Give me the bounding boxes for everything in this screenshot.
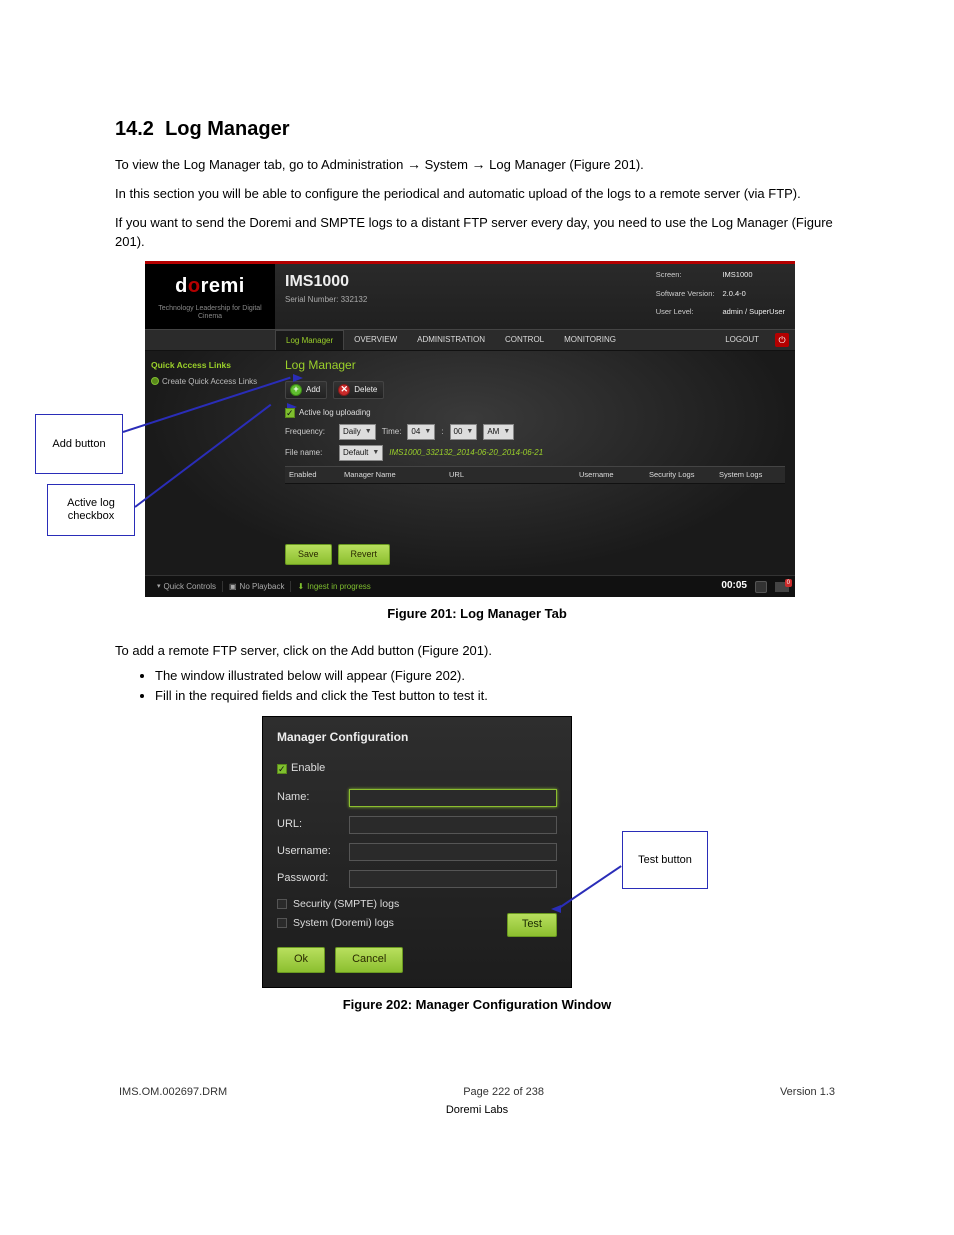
arrow-icon: → [472, 156, 486, 172]
cancel-button[interactable]: Cancel [335, 947, 403, 973]
system-logs-label: System (Doremi) logs [293, 916, 394, 931]
callout-test-button: Test button [622, 831, 708, 889]
status-quick-controls[interactable]: ▾ Quick Controls [151, 581, 223, 593]
page-title: Log Manager [285, 357, 785, 374]
page-footer: IMS.OM.002697.DRM Page 222 of 238 Versio… [115, 1085, 839, 1101]
link-icon [151, 377, 159, 385]
active-log-checkbox[interactable] [285, 408, 295, 418]
logout-button[interactable]: LOGOUT [715, 330, 769, 350]
ampm-select[interactable]: AM▼ [483, 424, 514, 440]
frequency-label: Frequency: [285, 426, 333, 438]
x-icon: ✕ [338, 384, 350, 396]
figure-1-caption: Figure 201: Log Manager Tab [115, 605, 839, 624]
add-button[interactable]: + Add [285, 381, 327, 399]
arrow-icon: → [407, 156, 421, 172]
hour-select[interactable]: 04▼ [407, 424, 435, 440]
username-input[interactable] [349, 843, 557, 861]
tab-log-manager[interactable]: Log Manager [275, 330, 344, 351]
revert-button[interactable]: Revert [338, 544, 391, 565]
paragraph-2: In this section you will be able to conf… [115, 185, 839, 204]
delete-button[interactable]: ✕ Delete [333, 381, 384, 399]
tab-overview[interactable]: OVERVIEW [344, 330, 407, 350]
brand-tagline: Technology Leadership for Digital Cinema [149, 305, 271, 320]
figure-2-caption: Figure 202: Manager Configuration Window [115, 996, 839, 1015]
url-label: URL: [277, 817, 349, 833]
create-quick-access-link[interactable]: Create Quick Access Links [151, 376, 269, 388]
tab-administration[interactable]: ADMINISTRATION [407, 330, 495, 350]
callout-arrowhead [293, 374, 303, 382]
quick-access-title: Quick Access Links [151, 359, 269, 371]
security-logs-label: Security (SMPTE) logs [293, 897, 399, 912]
chevron-down-icon: ▾ [157, 582, 161, 592]
minute-select[interactable]: 00▼ [450, 424, 478, 440]
download-icon: ⬇ [297, 581, 304, 593]
footer-page: Page 222 of 238 [463, 1085, 544, 1101]
stop-icon: ▣ [229, 581, 237, 593]
callout-arrowhead [551, 905, 561, 913]
notifications-icon[interactable]: 0 [775, 582, 789, 592]
filename-label: File name: [285, 447, 333, 459]
plus-icon: + [290, 384, 302, 396]
url-input[interactable] [349, 816, 557, 834]
filename-select[interactable]: Default▼ [339, 445, 383, 461]
callout-add-button: Add button [35, 414, 123, 474]
enable-checkbox[interactable] [277, 764, 287, 774]
bullet-intro: To add a remote FTP server, click on the… [115, 642, 839, 661]
tab-monitoring[interactable]: MONITORING [554, 330, 626, 350]
figure-1: Add button Active log checkbox doremi Te… [145, 261, 865, 597]
dialog-title: Manager Configuration [277, 729, 557, 746]
power-icon[interactable]: ⏻ [775, 333, 789, 347]
footer-doc-id: IMS.OM.002697.DRM [119, 1085, 227, 1101]
active-log-label: Active log uploading [299, 407, 371, 419]
paragraph-3: If you want to send the Doremi and SMPTE… [115, 214, 839, 252]
tab-control[interactable]: CONTROL [495, 330, 554, 350]
frequency-select[interactable]: Daily▼ [339, 424, 376, 440]
system-logs-checkbox[interactable] [277, 918, 287, 928]
manager-config-dialog: Manager Configuration Enable Name: URL: … [262, 716, 572, 988]
password-input[interactable] [349, 870, 557, 888]
brand-logo: doremi Technology Leadership for Digital… [145, 264, 275, 328]
test-button[interactable]: Test [507, 913, 557, 937]
paragraph-1: To view the Log Manager tab, go to Admin… [115, 154, 839, 175]
header-info: Screen:IMS1000 Software Version:2.0.4-0 … [656, 270, 785, 324]
status-playback: ▣ No Playback [223, 581, 291, 593]
username-label: Username: [277, 844, 349, 860]
time-label: Time: [382, 426, 402, 438]
footer-copyright: Doremi Labs [115, 1103, 839, 1119]
save-button[interactable]: Save [285, 544, 332, 565]
footer-version: Version 1.3 [780, 1085, 835, 1101]
name-input[interactable] [349, 789, 557, 807]
password-label: Password: [277, 871, 349, 887]
ok-button[interactable]: Ok [277, 947, 325, 973]
list-item: The window illustrated below will appear… [155, 667, 839, 686]
callout-active-checkbox: Active log checkbox [47, 484, 135, 536]
security-logs-checkbox[interactable] [277, 899, 287, 909]
table-header: Enabled Manager Name URL Username Securi… [285, 466, 785, 485]
list-item: Fill in the required fields and click th… [155, 687, 839, 706]
section-heading: 14.2 Log Manager [115, 115, 839, 144]
name-label: Name: [277, 790, 349, 806]
model-info: IMS1000 Serial Number: 332132 [285, 270, 367, 324]
status-clock: 00:05 [721, 579, 747, 594]
figure-2: Manager Configuration Enable Name: URL: … [262, 716, 692, 988]
status-ingest: ⬇ Ingest in progress [291, 581, 376, 593]
filename-example: IMS1000_332132_2014-06-20_2014-06-21 [389, 447, 543, 459]
chevron-down-icon: ▼ [365, 427, 372, 437]
user-icon[interactable] [755, 581, 767, 593]
app-window: doremi Technology Leadership for Digital… [145, 261, 795, 597]
enable-label: Enable [291, 761, 325, 777]
sidebar: Quick Access Links Create Quick Access L… [145, 351, 275, 575]
